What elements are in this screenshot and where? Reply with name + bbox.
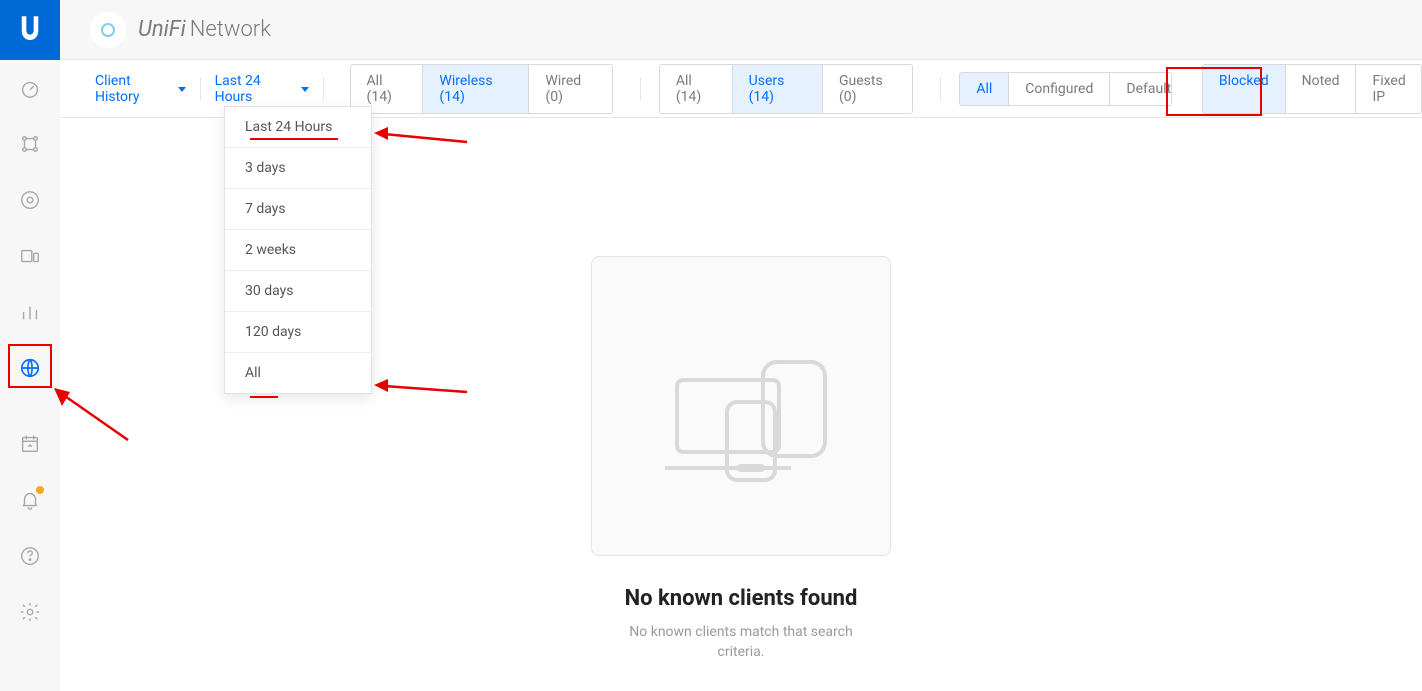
time-range-label: Last 24 Hours: [215, 73, 295, 105]
filter-config-all[interactable]: All: [960, 73, 1008, 105]
config-filter-group: All Configured Default: [959, 72, 1172, 106]
divider: [200, 77, 201, 101]
site-selector[interactable]: [90, 12, 126, 48]
filter-type-all[interactable]: All (14): [660, 65, 732, 113]
clients-icon: [19, 357, 41, 379]
brand-name: UniFi: [138, 17, 186, 42]
devices-illustration-icon: [641, 316, 841, 496]
nav-help[interactable]: [0, 528, 60, 584]
filter-config-default[interactable]: Default: [1109, 73, 1172, 105]
empty-state: No known clients found No known clients …: [591, 256, 891, 662]
statistics-icon: [19, 301, 41, 323]
radio-icon: [19, 189, 41, 211]
filter-connection-wired[interactable]: Wired (0): [528, 65, 612, 113]
connection-filter-group: All (14) Wireless (14) Wired (0): [350, 64, 613, 114]
chevron-down-icon: [301, 87, 309, 92]
brand-logo[interactable]: [0, 0, 60, 60]
notification-dot: [36, 486, 44, 494]
help-icon: [19, 545, 41, 567]
devices-icon: [19, 245, 41, 267]
filter-status-fixedip[interactable]: Fixed IP: [1355, 65, 1421, 113]
filter-status-noted[interactable]: Noted: [1285, 65, 1356, 113]
app-name: Network: [190, 17, 271, 42]
dd-item-3-days[interactable]: 3 days: [225, 148, 371, 189]
dashboard-icon: [19, 77, 41, 99]
dd-item-120-days[interactable]: 120 days: [225, 312, 371, 353]
filter-type-guests[interactable]: Guests (0): [822, 65, 912, 113]
nav-statistics[interactable]: [0, 284, 60, 340]
nav-devices[interactable]: [0, 228, 60, 284]
empty-title: No known clients found: [591, 586, 891, 611]
nav-topology[interactable]: [0, 116, 60, 172]
status-filter-group: Blocked Noted Fixed IP: [1202, 64, 1422, 114]
header: UniFiNetwork: [60, 0, 1422, 60]
chevron-down-icon: [178, 87, 186, 92]
nav-settings[interactable]: [0, 584, 60, 640]
topology-icon: [19, 133, 41, 155]
filter-connection-wireless[interactable]: Wireless (14): [422, 65, 528, 113]
nav-events[interactable]: [0, 416, 60, 472]
divider: [940, 77, 941, 101]
nav-dashboard[interactable]: [0, 60, 60, 116]
time-range-menu: Last 24 Hours 3 days 7 days 2 weeks 30 d…: [224, 106, 372, 394]
empty-subtitle: No known clients match that search crite…: [591, 623, 891, 662]
nav-alerts[interactable]: [0, 472, 60, 528]
client-history-dropdown[interactable]: Client History: [95, 73, 186, 105]
nav-radio[interactable]: [0, 172, 60, 228]
calendar-icon: [19, 433, 41, 455]
ubiquiti-logo-icon: [19, 16, 41, 44]
time-range-dropdown[interactable]: Last 24 Hours: [215, 73, 309, 105]
app-title: UniFiNetwork: [138, 17, 271, 42]
filter-status-blocked[interactable]: Blocked: [1203, 65, 1285, 113]
dd-item-2-weeks[interactable]: 2 weeks: [225, 230, 371, 271]
type-filter-group: All (14) Users (14) Guests (0): [659, 64, 914, 114]
sidebar: [0, 0, 60, 691]
gear-icon: [19, 601, 41, 623]
dd-item-all[interactable]: All: [225, 353, 371, 393]
empty-illustration: [591, 256, 891, 556]
dd-item-30-days[interactable]: 30 days: [225, 271, 371, 312]
nav-clients[interactable]: [0, 340, 60, 396]
dd-item-last-24-hours[interactable]: Last 24 Hours: [225, 107, 371, 148]
filter-config-configured[interactable]: Configured: [1008, 73, 1109, 105]
site-icon: [101, 23, 115, 37]
filter-type-users[interactable]: Users (14): [732, 65, 822, 113]
divider: [640, 77, 641, 101]
dd-item-7-days[interactable]: 7 days: [225, 189, 371, 230]
divider: [323, 77, 324, 101]
client-history-label: Client History: [95, 73, 172, 105]
